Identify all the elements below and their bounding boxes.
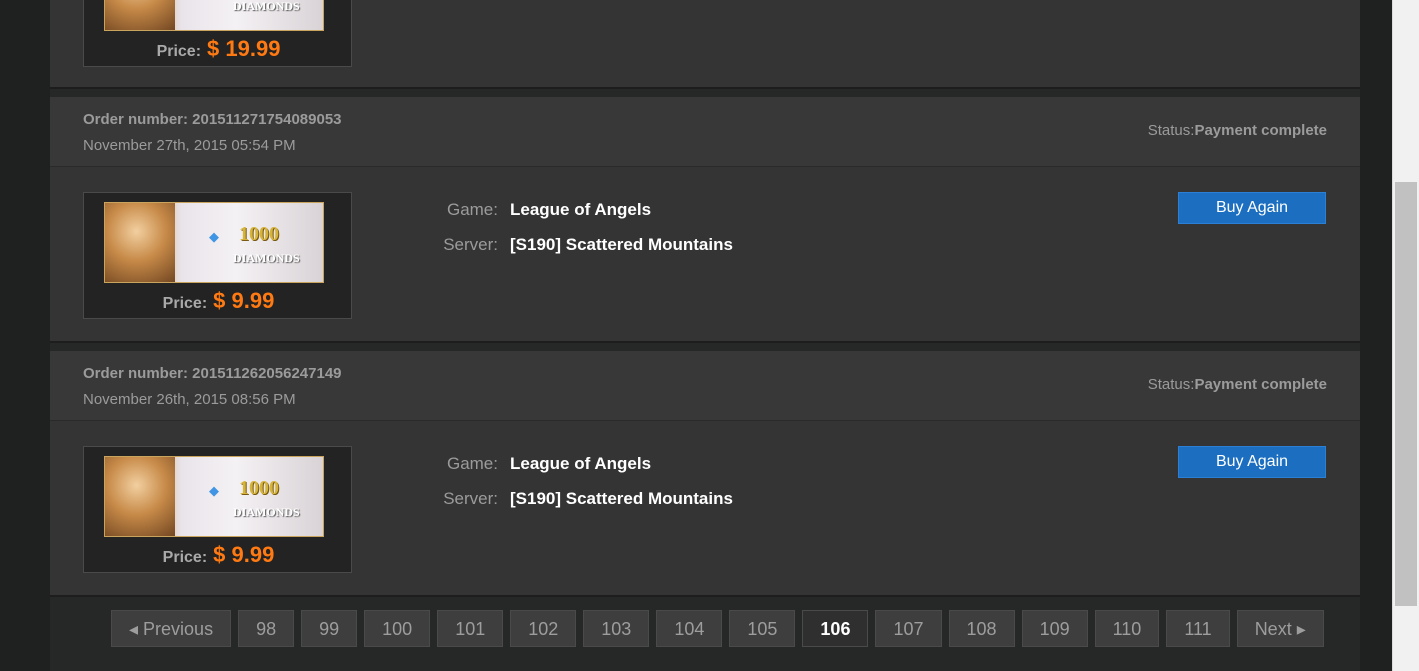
page-102-button[interactable]: 102	[510, 610, 577, 647]
page-101-button[interactable]: 101	[437, 610, 504, 647]
product-thumbnail: DIAMONDS Price: $ 19.99	[83, 0, 352, 67]
game-label: Game:	[446, 200, 498, 219]
order-body: ◆ 1000 DIAMONDS Price: $ 9.99 Game: League…	[50, 421, 1360, 595]
game-row: Game: League of Angels	[410, 454, 651, 474]
left-gutter	[0, 0, 50, 671]
order-status: Status:Payment complete	[1148, 376, 1327, 393]
right-gutter	[1360, 0, 1392, 671]
price: Price: $ 19.99	[84, 36, 353, 62]
vertical-scrollbar[interactable]	[1392, 0, 1419, 671]
page-104-button[interactable]: 104	[656, 610, 723, 647]
banner-word: DIAMONDS	[233, 251, 300, 265]
diamond-banner-image: ◆ 1000 DIAMONDS	[104, 456, 324, 537]
order-card-partial: DIAMONDS Price: $ 19.99	[50, 0, 1360, 89]
diamond-icon: ◆	[209, 229, 219, 244]
price-label: Price:	[162, 549, 208, 566]
order-date: November 27th, 2015 05:54 PM	[83, 137, 296, 154]
game-label: Game:	[446, 454, 498, 473]
order-number: Order number: 201511271754089053	[83, 111, 342, 128]
page-98-button[interactable]: 98	[238, 610, 295, 647]
status-value: Payment complete	[1194, 376, 1327, 393]
price-label: Price:	[156, 43, 202, 60]
server-value: [S190] Scattered Mountains	[510, 489, 733, 508]
status-label: Status:	[1147, 376, 1195, 393]
product-thumbnail[interactable]: ◆ 1000 DIAMONDS Price: $ 9.99	[83, 192, 352, 319]
page-111-button[interactable]: 111	[1166, 610, 1230, 647]
server-value: [S190] Scattered Mountains	[510, 235, 733, 254]
game-row: Game: League of Angels	[410, 200, 651, 220]
current-page-button[interactable]: 106	[802, 610, 869, 647]
diamond-banner-image: DIAMONDS	[104, 0, 324, 31]
game-value: League of Angels	[510, 200, 652, 219]
page-100-button[interactable]: 100	[364, 610, 431, 647]
page-103-button[interactable]: 103	[583, 610, 650, 647]
angel-character-image	[105, 457, 175, 536]
server-row: Server: [S190] Scattered Mountains	[410, 235, 733, 255]
server-row: Server: [S190] Scattered Mountains	[410, 489, 733, 509]
buy-again-button[interactable]: Buy Again	[1178, 446, 1326, 478]
status-value: Payment complete	[1194, 122, 1327, 139]
order-header: Order number: 201511262056247149 Novembe…	[50, 351, 1360, 421]
page-107-button[interactable]: 107	[875, 610, 942, 647]
page-108-button[interactable]: 108	[948, 610, 1015, 647]
banner-amount: 1000	[239, 223, 279, 245]
price: Price: $ 9.99	[84, 288, 353, 314]
diamond-banner-image: ◆ 1000 DIAMONDS	[104, 202, 324, 283]
diamond-icon: ◆	[209, 483, 219, 498]
pagination: ◂ Previous 98 99 100 101 102 103 104 105…	[111, 610, 1324, 647]
order-card: Order number: 201511271754089053 Novembe…	[50, 97, 1360, 343]
server-label: Server:	[443, 489, 498, 508]
buy-again-button[interactable]: Buy Again	[1178, 192, 1326, 224]
order-header: Order number: 201511271754089053 Novembe…	[50, 97, 1360, 167]
order-date: November 26th, 2015 08:56 PM	[83, 391, 296, 408]
product-thumbnail[interactable]: ◆ 1000 DIAMONDS Price: $ 9.99	[83, 446, 352, 573]
game-value: League of Angels	[510, 454, 652, 473]
order-body: ◆ 1000 DIAMONDS Price: $ 9.99 Game: League…	[50, 167, 1360, 341]
order-card: Order number: 201511262056247149 Novembe…	[50, 351, 1360, 597]
price-amount: $ 9.99	[213, 288, 275, 313]
price-amount: $ 9.99	[213, 542, 275, 567]
scrollbar-thumb[interactable]	[1395, 182, 1417, 606]
page-110-button[interactable]: 110	[1094, 610, 1160, 647]
angel-character-image	[105, 203, 175, 282]
page-105-button[interactable]: 105	[729, 610, 796, 647]
price-amount: $ 19.99	[207, 36, 281, 61]
status-label: Status:	[1147, 122, 1195, 139]
page-99-button[interactable]: 99	[301, 610, 358, 647]
page-109-button[interactable]: 109	[1021, 610, 1088, 647]
server-label: Server:	[443, 235, 498, 254]
order-number: Order number: 201511262056247149	[83, 365, 342, 382]
order-status: Status:Payment complete	[1148, 122, 1327, 139]
angel-character-image	[105, 0, 175, 30]
price: Price: $ 9.99	[84, 542, 353, 568]
price-label: Price:	[162, 295, 208, 312]
banner-word: DIAMONDS	[233, 0, 300, 13]
previous-page-button[interactable]: ◂ Previous	[111, 610, 232, 647]
banner-amount: 1000	[239, 477, 279, 499]
banner-word: DIAMONDS	[233, 505, 300, 519]
next-page-button[interactable]: Next ▸	[1236, 610, 1324, 647]
